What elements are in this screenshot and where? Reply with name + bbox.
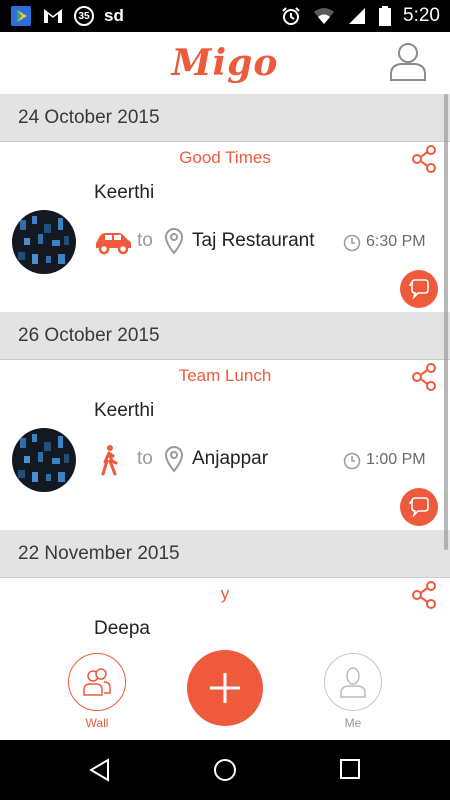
clock-icon bbox=[343, 452, 361, 470]
profile-button[interactable] bbox=[388, 40, 428, 82]
clock-time: 5:20 bbox=[403, 5, 440, 26]
location-pin-icon bbox=[164, 227, 184, 255]
system-nav-bar bbox=[0, 740, 450, 800]
clock-icon bbox=[343, 234, 361, 252]
event-time: 6:30 PM bbox=[366, 233, 426, 250]
group-icon bbox=[83, 668, 111, 696]
share-icon bbox=[412, 581, 436, 609]
status-text: sd bbox=[104, 6, 124, 25]
place-name: Anjappar bbox=[192, 448, 269, 469]
share-icon bbox=[412, 363, 436, 391]
signal-icon bbox=[349, 8, 366, 24]
date-header: 22 November 2015 bbox=[0, 530, 450, 578]
app-logo: Migo bbox=[171, 42, 279, 84]
wifi-icon bbox=[314, 8, 335, 24]
user-name: Keerthi bbox=[94, 400, 155, 421]
user-icon bbox=[340, 667, 366, 698]
wall-tab[interactable] bbox=[68, 653, 126, 711]
back-icon[interactable] bbox=[88, 758, 112, 782]
user-name: Deepa bbox=[94, 618, 150, 639]
share-button[interactable] bbox=[410, 580, 438, 610]
chat-button[interactable] bbox=[400, 270, 438, 308]
notification-badge: 35 bbox=[74, 6, 94, 26]
me-tab[interactable] bbox=[324, 653, 382, 711]
location-pin-icon bbox=[164, 445, 184, 473]
event-title: Good Times bbox=[179, 148, 271, 167]
chat-bubble-icon bbox=[409, 279, 429, 300]
avatar bbox=[12, 210, 76, 274]
car-icon bbox=[94, 226, 132, 258]
me-tab-label: Me bbox=[344, 716, 362, 730]
chat-button[interactable] bbox=[400, 488, 438, 526]
share-button[interactable] bbox=[410, 362, 438, 392]
to-label: to bbox=[137, 230, 153, 251]
event-card[interactable]: Good Times Keerthi to Taj Restaurant 6:3… bbox=[0, 142, 450, 312]
event-title: y bbox=[220, 584, 230, 603]
place-name: Taj Restaurant bbox=[192, 230, 315, 251]
alarm-icon bbox=[282, 7, 300, 25]
walk-icon bbox=[94, 444, 132, 476]
play-store-icon bbox=[11, 6, 31, 26]
status-bar: 35 sd 5:20 bbox=[0, 0, 450, 32]
wall-tab-label: Wall bbox=[85, 716, 109, 730]
date-label: 22 November 2015 bbox=[18, 542, 180, 564]
date-label: 24 October 2015 bbox=[18, 106, 160, 128]
bottom-nav: Wall Me bbox=[0, 640, 450, 740]
event-time: 1:00 PM bbox=[366, 451, 426, 468]
user-name: Keerthi bbox=[94, 182, 155, 203]
home-icon[interactable] bbox=[213, 758, 237, 782]
avatar bbox=[12, 428, 76, 492]
user-icon bbox=[390, 43, 426, 81]
chat-bubble-icon bbox=[409, 497, 429, 518]
share-button[interactable] bbox=[410, 144, 438, 174]
app-header: Migo bbox=[0, 32, 450, 94]
gmail-icon bbox=[44, 9, 62, 23]
add-button[interactable] bbox=[187, 650, 263, 726]
date-header: 26 October 2015 bbox=[0, 312, 450, 360]
recents-icon[interactable] bbox=[339, 758, 361, 780]
date-label: 26 October 2015 bbox=[18, 324, 160, 346]
plus-icon bbox=[210, 673, 240, 703]
date-header: 24 October 2015 bbox=[0, 94, 450, 142]
event-card[interactable]: Team Lunch Keerthi to Anjappar 1:00 PM bbox=[0, 360, 450, 530]
scrollbar[interactable] bbox=[444, 94, 448, 550]
share-icon bbox=[412, 145, 436, 173]
battery-icon bbox=[379, 6, 392, 26]
event-title: Team Lunch bbox=[178, 366, 272, 385]
to-label: to bbox=[137, 448, 153, 469]
